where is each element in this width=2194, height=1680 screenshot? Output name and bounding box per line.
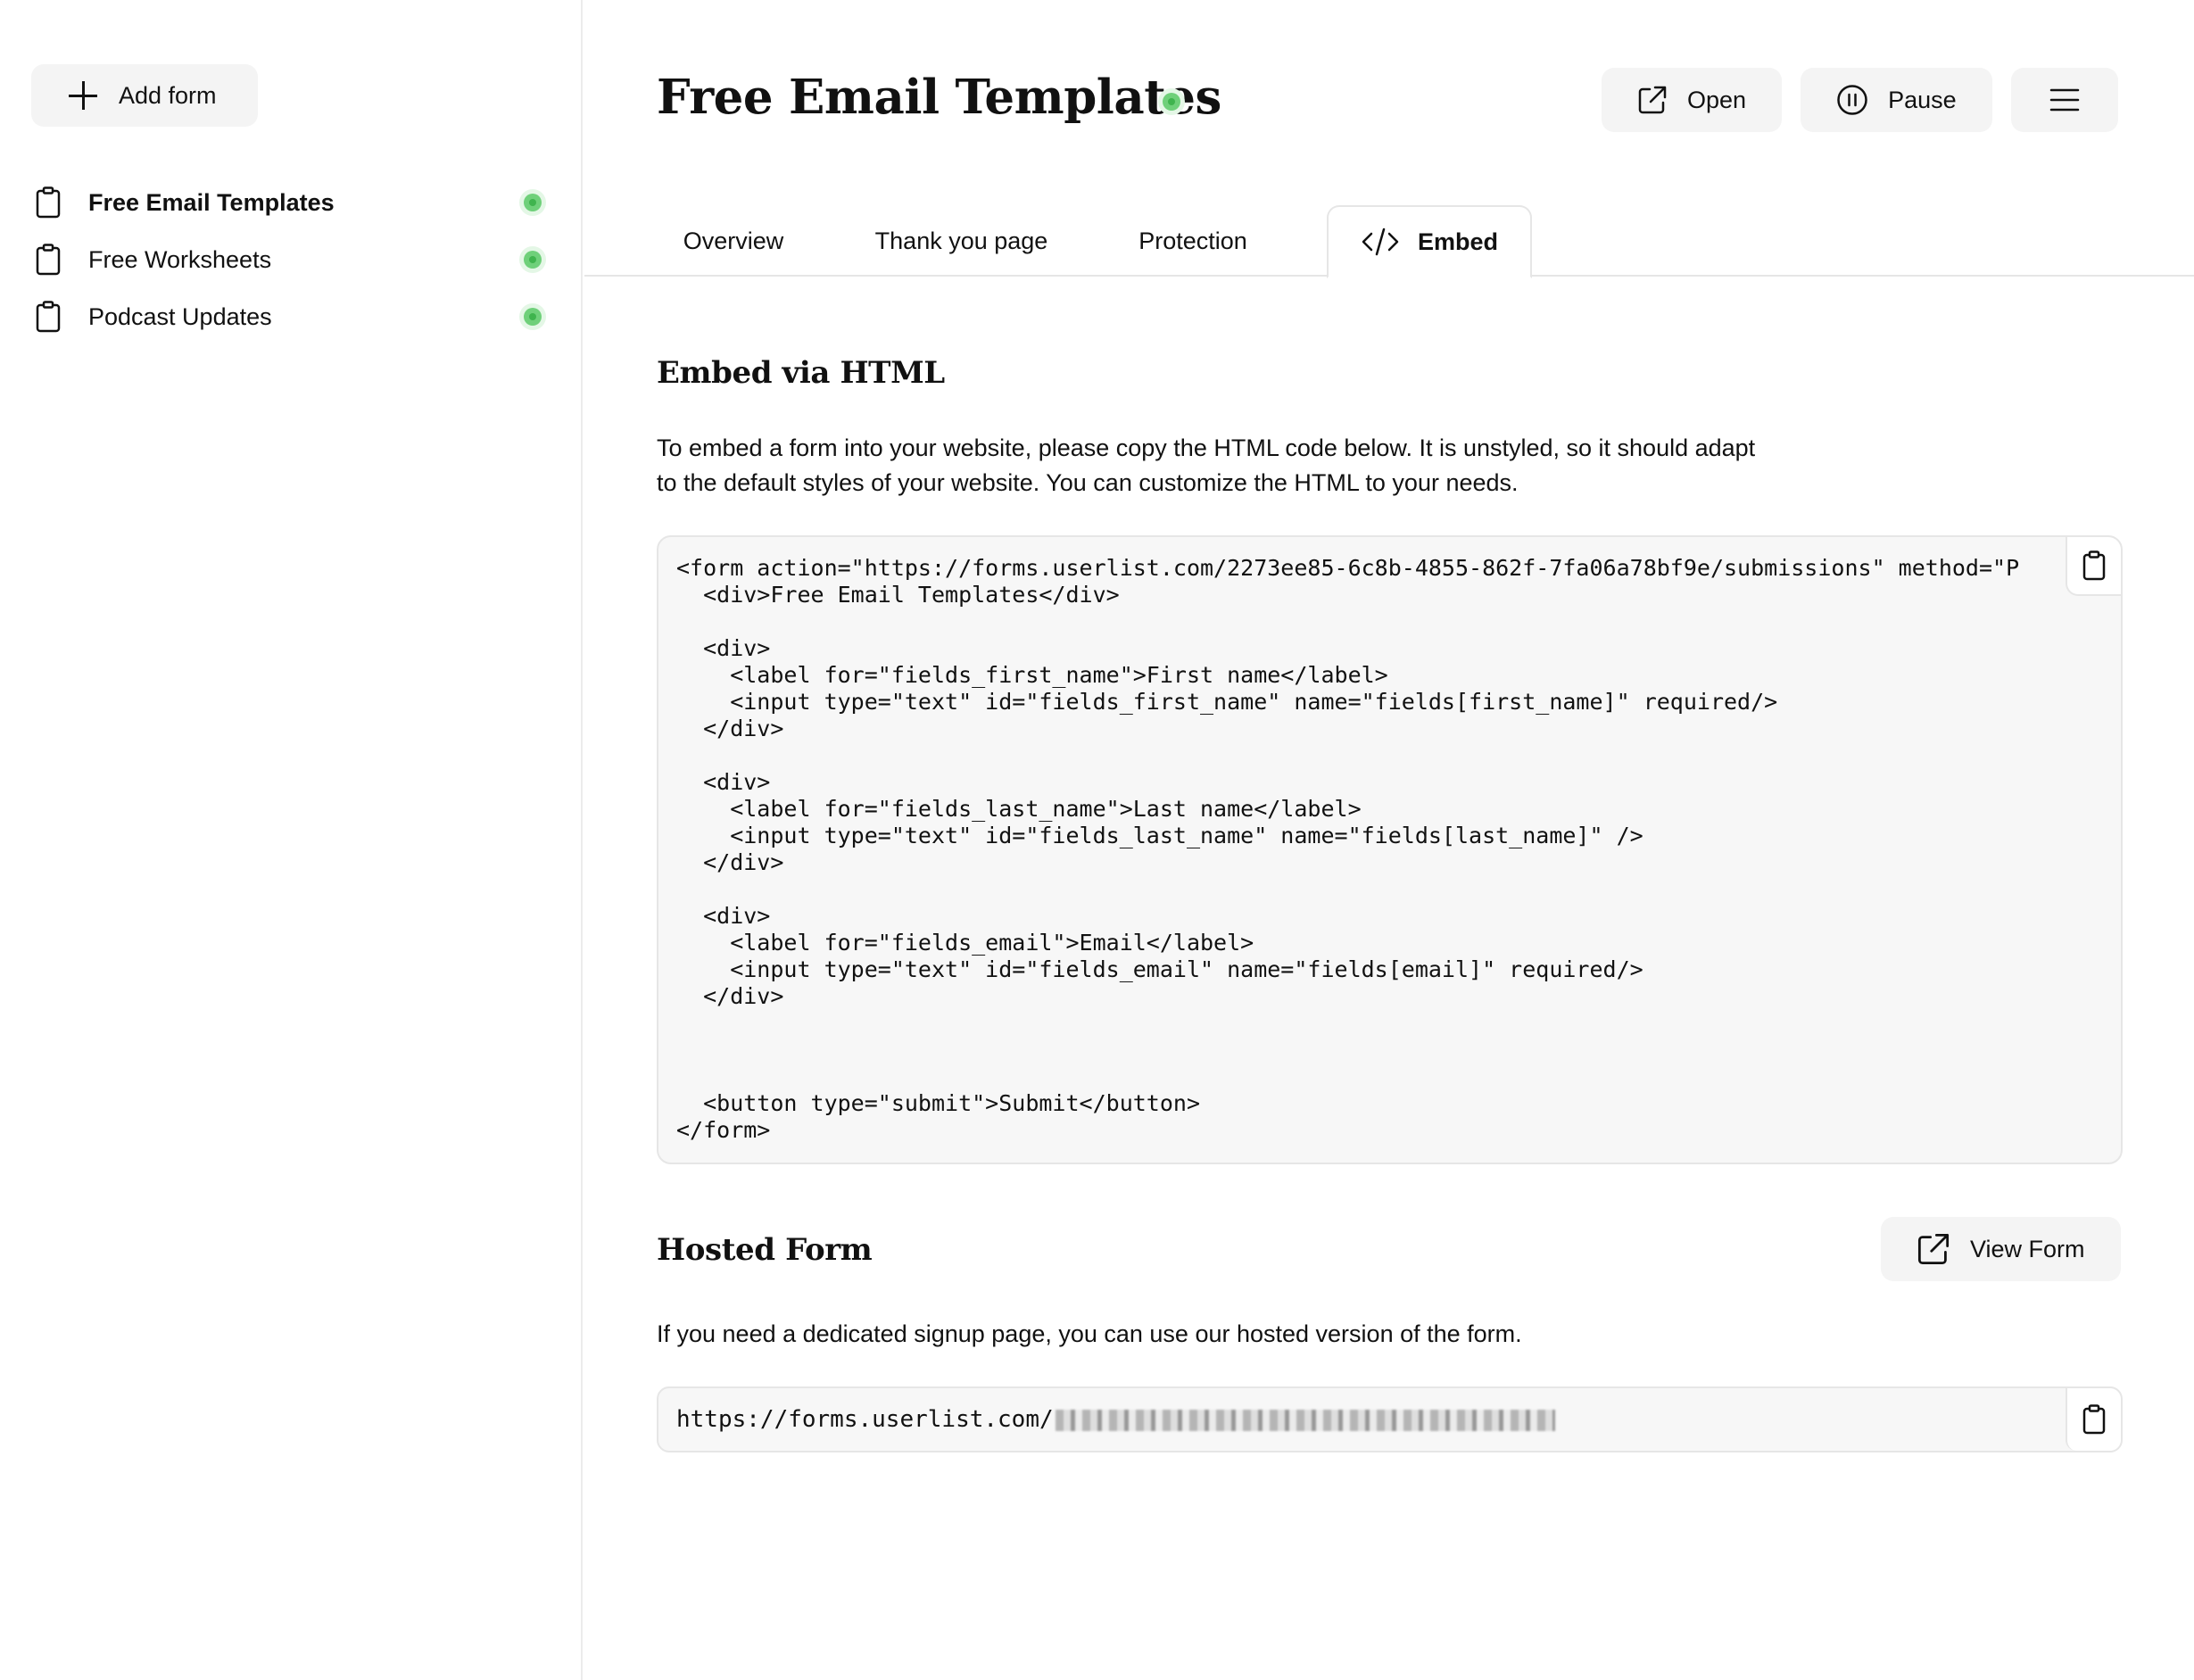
- tab-bar: Overview Thank you page Protection Embed: [584, 205, 2194, 278]
- hosted-section-title: Hosted Form: [657, 1232, 873, 1268]
- view-form-label: View Form: [1970, 1235, 2085, 1262]
- tab-overview[interactable]: Overview: [650, 205, 816, 277]
- status-dot: [524, 308, 542, 326]
- tab-label: Embed: [1417, 228, 1499, 255]
- embed-section-title: Embed via HTML: [657, 355, 945, 391]
- tab-protection[interactable]: Protection: [1118, 205, 1268, 277]
- form-list: Free Email Templates Free Worksheets Pod…: [0, 174, 583, 345]
- external-link-icon: [1638, 86, 1667, 114]
- embed-description: To embed a form into your website, pleas…: [657, 431, 1817, 501]
- sidebar-item-podcast-updates[interactable]: Podcast Updates: [0, 288, 583, 345]
- clipboard-copy-icon: [2082, 1404, 2106, 1435]
- sidebar-item-label: Podcast Updates: [88, 302, 272, 330]
- embed-code[interactable]: <form action="https://forms.userlist.com…: [658, 537, 2050, 1144]
- clipboard-icon: [36, 301, 61, 333]
- pause-circle-icon: [1837, 85, 1867, 115]
- sidebar-item-label: Free Email Templates: [88, 188, 335, 216]
- tab-embed[interactable]: Embed: [1327, 205, 1532, 278]
- status-dot: [524, 194, 542, 211]
- sidebar-item-label: Free Worksheets: [88, 245, 272, 273]
- tab-label: Protection: [1138, 227, 1247, 254]
- add-form-label: Add form: [119, 81, 217, 109]
- sidebar: Add form Free Email Templates Free Works…: [0, 0, 583, 1680]
- hosted-description: If you need a dedicated signup page, you…: [657, 1320, 1522, 1347]
- sidebar-item-free-email-templates[interactable]: Free Email Templates: [0, 174, 583, 231]
- main-content: Free Email Templates Open Pause Overview…: [584, 0, 2194, 1680]
- embed-code-block[interactable]: <form action="https://forms.userlist.com…: [657, 535, 2123, 1164]
- clipboard-copy-icon: [2082, 550, 2106, 581]
- open-label: Open: [1687, 86, 1747, 113]
- plus-icon: [69, 81, 97, 110]
- header-actions: Open Pause: [1602, 68, 2118, 132]
- clipboard-icon: [36, 186, 61, 219]
- status-dot: [1163, 93, 1180, 111]
- pause-button[interactable]: Pause: [1801, 68, 1992, 132]
- hosted-url-prefix: https://forms.userlist.com/: [676, 1406, 1054, 1433]
- tab-label: Thank you page: [874, 227, 1048, 254]
- view-form-button[interactable]: View Form: [1881, 1217, 2121, 1281]
- add-form-button[interactable]: Add form: [31, 64, 258, 127]
- external-link-icon: [1917, 1233, 1950, 1265]
- hosted-url-field[interactable]: https://forms.userlist.com/: [657, 1386, 2123, 1452]
- page-title: Free Email Templates: [657, 70, 1221, 125]
- status-dot: [524, 251, 542, 269]
- tab-thank-you-page[interactable]: Thank you page: [857, 205, 1066, 277]
- embed-description-line-2: to the default styles of your website. Y…: [657, 469, 1519, 496]
- open-button[interactable]: Open: [1602, 68, 1783, 132]
- hosted-url[interactable]: https://forms.userlist.com/: [676, 1406, 1555, 1433]
- embed-description-line-1: To embed a form into your website, pleas…: [657, 434, 1756, 461]
- pause-label: Pause: [1888, 86, 1957, 113]
- sidebar-item-free-worksheets[interactable]: Free Worksheets: [0, 231, 583, 288]
- more-menu-button[interactable]: [2010, 68, 2118, 132]
- copy-url-button[interactable]: [2066, 1388, 2121, 1451]
- copy-code-button[interactable]: [2066, 537, 2121, 596]
- app-root: Add form Free Email Templates Free Works…: [0, 0, 2194, 1680]
- hamburger-menu-icon: [2049, 88, 2079, 112]
- redacted-url-id: [1055, 1409, 1555, 1431]
- tab-label: Overview: [683, 227, 784, 254]
- clipboard-icon: [36, 244, 61, 276]
- code-icon: [1362, 228, 1399, 256]
